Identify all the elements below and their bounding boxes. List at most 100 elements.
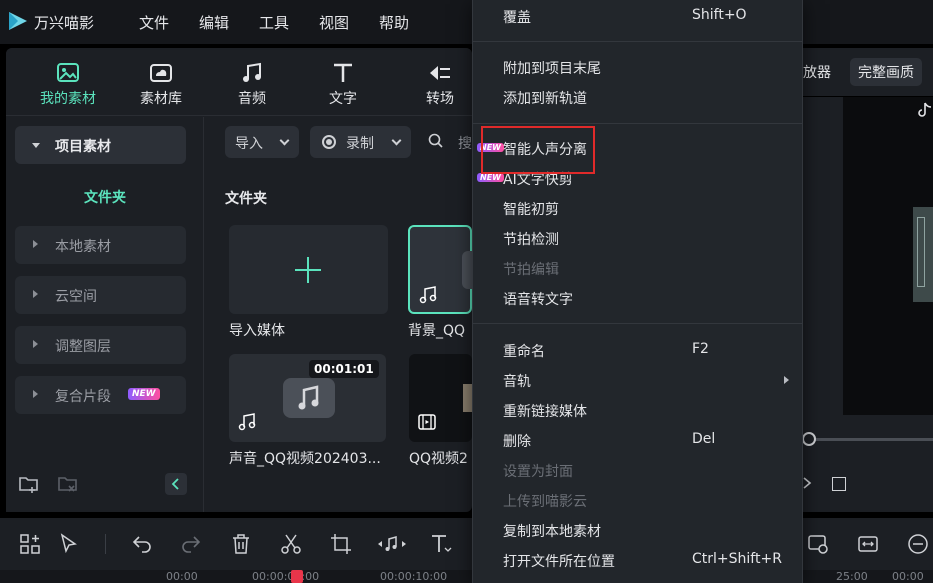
duration-badge: 00:01:01: [309, 360, 379, 378]
delete-folder-icon[interactable]: [57, 473, 79, 495]
transition-icon: [430, 66, 450, 80]
media-card-video[interactable]: [409, 354, 472, 442]
menu-item-beat-detect[interactable]: 节拍检测: [503, 229, 559, 249]
tab-label: 素材库: [140, 91, 182, 107]
asset-tabs: 我的素材 素材库 音频 文字 转场: [6, 48, 472, 116]
menu-item-delete[interactable]: 删除: [503, 431, 531, 451]
crop-icon[interactable]: [329, 532, 353, 556]
sidebar-item-cloud[interactable]: 云空间: [15, 276, 186, 314]
stop-icon[interactable]: [832, 477, 846, 491]
preview-gutter: [803, 97, 843, 415]
menu-item-append-end[interactable]: 附加到项目末尾: [503, 58, 601, 78]
app-logo-icon: [9, 12, 27, 30]
menu-view[interactable]: 视图: [319, 12, 349, 33]
menu-file[interactable]: 文件: [139, 12, 169, 33]
menu-edit[interactable]: 编辑: [199, 12, 229, 33]
import-media-card[interactable]: [229, 225, 388, 314]
scissors-icon[interactable]: [279, 532, 303, 556]
media-card-audio[interactable]: 00:01:01: [229, 354, 386, 442]
sidebar-item-label: 云空间: [55, 289, 97, 305]
tab-label: 我的素材: [40, 91, 96, 107]
search-input[interactable]: 搜: [458, 133, 472, 153]
preview-frame-window: [913, 207, 933, 302]
sidebar: 项目素材 本地素材 云空间 调整图层 复合片段 NEW: [6, 117, 204, 512]
menu-tools[interactable]: 工具: [259, 12, 289, 33]
collapse-sidebar-button[interactable]: [165, 473, 187, 495]
sidebar-item-adjust-layer[interactable]: 调整图层: [15, 326, 186, 364]
my-media-icon: [57, 63, 79, 82]
delete-icon[interactable]: [229, 532, 253, 556]
menu-item-speech-to-text[interactable]: 语音转文字: [503, 289, 573, 309]
redo-icon[interactable]: [179, 532, 203, 556]
progress-track[interactable]: [803, 438, 933, 441]
import-label: 导入: [235, 136, 263, 152]
music-note-icon: [243, 62, 261, 82]
preview-header: 放器 完整画质: [803, 48, 933, 96]
shortcut: Del: [692, 431, 716, 447]
card-label: 声音_QQ视频202403...: [229, 451, 381, 467]
video-preview: [843, 97, 933, 415]
menu-item-upload-cloud: 上传到喵影云: [503, 494, 587, 510]
playback-controls: [802, 415, 933, 512]
select-pointer-icon[interactable]: [58, 532, 82, 556]
player-button[interactable]: 放器: [803, 62, 831, 82]
menu-item-relink-media[interactable]: 重新链接媒体: [503, 401, 587, 421]
record-dropdown[interactable]: 录制: [310, 126, 411, 158]
sidebar-item-project-media[interactable]: 项目素材: [15, 126, 186, 164]
menu-item-add-new-track[interactable]: 添加到新轨道: [503, 88, 587, 108]
expand-arrow-icon: [33, 290, 38, 298]
ruler-tick: 00:00: [892, 570, 924, 583]
fit-timeline-icon[interactable]: [856, 532, 880, 556]
submenu-arrow-icon: [784, 376, 789, 384]
progress-handle[interactable]: [802, 432, 816, 446]
undo-icon[interactable]: [130, 532, 154, 556]
media-section-title: 文件夹: [225, 191, 267, 207]
tab-audio[interactable]: 音频: [212, 48, 292, 116]
shortcut: F2: [692, 341, 709, 357]
expand-arrow-icon: [32, 143, 40, 148]
tab-library[interactable]: 素材库: [121, 48, 201, 116]
tab-text[interactable]: 文字: [303, 48, 383, 116]
menu-item-copy-local[interactable]: 复制到本地素材: [503, 521, 601, 541]
tab-my-media[interactable]: 我的素材: [28, 48, 108, 116]
record-icon: [322, 135, 336, 149]
tiktok-watermark-icon: [918, 102, 932, 117]
menu-item-rename[interactable]: 重命名: [503, 341, 545, 361]
chevron-down-icon: [279, 135, 290, 146]
plus-icon: [295, 257, 321, 283]
menu-item-audio-track[interactable]: 音轨: [503, 371, 531, 391]
music-note-icon: [419, 286, 437, 304]
play-icon[interactable]: [803, 477, 813, 489]
render-preview-icon[interactable]: [806, 532, 830, 556]
menu-item-open-file-location[interactable]: 打开文件所在位置: [503, 551, 615, 571]
search-icon: [428, 133, 443, 148]
menu-item-overwrite[interactable]: 覆盖: [503, 7, 531, 27]
playhead[interactable]: [291, 570, 303, 583]
sidebar-folder-label[interactable]: 文件夹: [6, 187, 204, 207]
new-badge: NEW: [128, 388, 160, 400]
card-label: 背景_QQ: [408, 323, 466, 339]
new-folder-icon[interactable]: [18, 473, 40, 495]
chevron-down-icon: [391, 135, 402, 146]
record-label: 录制: [346, 136, 374, 152]
zoom-out-icon[interactable]: [906, 532, 930, 556]
film-icon: [418, 414, 436, 430]
tab-transition[interactable]: 转场: [400, 48, 480, 116]
music-note-icon: [238, 413, 256, 431]
menu-item-smart-cut[interactable]: 智能初剪: [503, 199, 559, 219]
text-tool-icon[interactable]: [429, 532, 453, 556]
ruler-tick: 00:00:10:00: [380, 570, 448, 583]
shortcut: Ctrl+Shift+R: [692, 551, 782, 567]
full-quality-button[interactable]: 完整画质: [850, 58, 922, 86]
menu-separator: [473, 123, 802, 124]
menu-item-beat-edit: 节拍编辑: [503, 262, 559, 278]
sidebar-item-local[interactable]: 本地素材: [15, 226, 186, 264]
menu-item-set-cover: 设置为封面: [503, 464, 573, 480]
menu-help[interactable]: 帮助: [379, 12, 409, 33]
audio-edit-icon[interactable]: [377, 532, 407, 556]
layout-grid-icon[interactable]: [18, 532, 42, 556]
new-badge: NEW: [477, 173, 504, 182]
sidebar-item-compound-clip[interactable]: 复合片段 NEW: [15, 376, 186, 414]
import-dropdown[interactable]: 导入: [225, 126, 299, 158]
media-card-background[interactable]: [408, 225, 474, 314]
